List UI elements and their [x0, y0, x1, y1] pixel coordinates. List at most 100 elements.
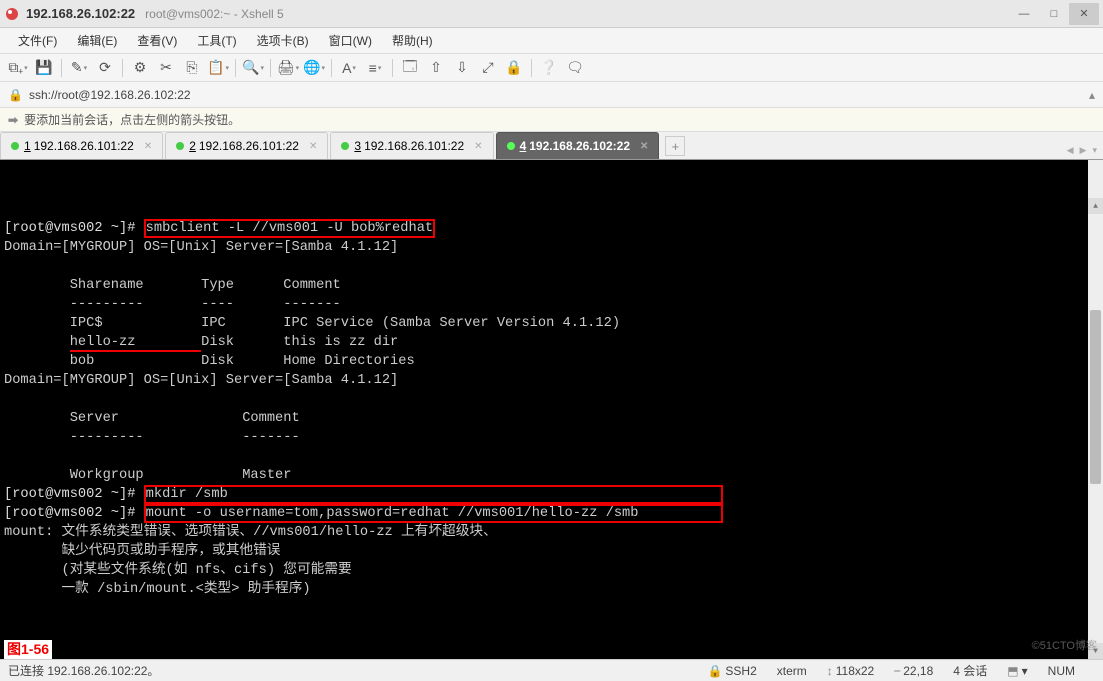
toolbar-separator — [61, 59, 62, 77]
arrow-icon[interactable]: ➡ — [8, 113, 18, 127]
tab-label: 192.168.26.102:22 — [529, 139, 630, 153]
ctrl-indicator-icon: ⬒ — [1007, 664, 1018, 678]
toolbar-separator — [122, 59, 123, 77]
tab-index: 1 — [24, 139, 31, 153]
highlighted-cmd-3: mount -o username=tom,password=redhat //… — [144, 504, 723, 523]
help-icon[interactable]: ❔ — [537, 57, 561, 79]
info-bar: ➡ 要添加当前会话，点击左侧的箭头按钮。 — [0, 108, 1103, 132]
status-dot-icon — [507, 142, 515, 150]
highlighted-cmd-2: mkdir /smb — [144, 485, 723, 504]
settings-icon[interactable]: ⚙ — [128, 57, 152, 79]
tab-add-button[interactable]: + — [665, 136, 685, 156]
tab-index: 4 — [520, 139, 527, 153]
menu-item-6[interactable]: 帮助(H) — [382, 28, 443, 53]
highlighted-cmd-1: smbclient -L //vms001 -U bob%redhat — [144, 219, 435, 238]
status-ctrl: ⬒▾ — [1007, 664, 1027, 678]
menu-item-1[interactable]: 编辑(E) — [67, 28, 127, 53]
font-scale-icon[interactable]: 🖨 — [276, 57, 300, 79]
highlight-icon[interactable]: A — [337, 57, 361, 79]
scroll-up-button[interactable]: ▲ — [1088, 198, 1103, 214]
address-bar: 🔒 ssh://root@192.168.26.102:22 ▴ — [0, 82, 1103, 108]
upload-icon[interactable]: ⇧ — [424, 57, 448, 79]
search-icon[interactable]: 🔍 — [241, 57, 265, 79]
status-num: NUM — [1048, 664, 1075, 678]
resize-icon: ↕ — [827, 664, 833, 678]
fullscreen-icon[interactable]: ⤢ — [476, 57, 500, 79]
status-protocol: 🔒SSH2 — [707, 664, 756, 678]
save-icon[interactable]: 💾 — [32, 57, 56, 79]
menu-item-5[interactable]: 窗口(W) — [319, 28, 382, 53]
toolbar-separator — [331, 59, 332, 77]
rainbow-icon[interactable]: ≡ — [363, 57, 387, 79]
scroll-thumb[interactable] — [1090, 310, 1101, 485]
maximize-button[interactable]: □ — [1039, 3, 1069, 25]
address-text[interactable]: ssh://root@192.168.26.102:22 — [29, 88, 1089, 102]
menu-bar: 文件(F)编辑(E)查看(V)工具(T)选项卡(B)窗口(W)帮助(H) — [0, 28, 1103, 54]
encoding-icon[interactable]: 🌐 — [302, 57, 326, 79]
menu-item-4[interactable]: 选项卡(B) — [247, 28, 319, 53]
tab-nav: ◀ ▶ ▾ — [1065, 145, 1099, 156]
status-cursor: ⎯22,18 — [894, 663, 933, 678]
app-icon — [4, 6, 20, 22]
status-dot-icon — [11, 142, 19, 150]
toolbar: ⧉₊💾 ✎⟳ ⚙✂⎘📋 🔍 🖨🌐 A≡ 🗔⇧⇩⤢🔒 ❔🗨 — [0, 54, 1103, 82]
tab-nav-menu-icon[interactable]: ▾ — [1090, 145, 1099, 156]
status-bar: 已连接 192.168.26.102:22。 🔒SSH2 xterm ↕118x… — [0, 659, 1103, 681]
underlined-share: hello-zz — [70, 335, 201, 352]
tab-nav-right-icon[interactable]: ▶ — [1078, 145, 1089, 156]
scissors-icon[interactable]: ✂ — [154, 57, 178, 79]
status-sessions: 4 会话 — [953, 662, 987, 679]
window-subtitle: root@vms002:~ - Xshell 5 — [145, 7, 284, 21]
menu-item-0[interactable]: 文件(F) — [8, 28, 67, 53]
lock-icon[interactable]: 🔒 — [502, 57, 526, 79]
status-termtype: xterm — [777, 664, 807, 678]
wand-icon[interactable]: ✎ — [67, 57, 91, 79]
minimize-button[interactable]: — — [1009, 3, 1039, 25]
tab-nav-left-icon[interactable]: ◀ — [1065, 145, 1076, 156]
paste-icon[interactable]: 📋 — [206, 57, 230, 79]
info-text: 要添加当前会话，点击左侧的箭头按钮。 — [24, 111, 240, 128]
terminal-content: [root@vms002 ~]# smbclient -L //vms001 -… — [4, 219, 1099, 599]
reconnect-icon[interactable]: ⟳ — [93, 57, 117, 79]
toolbar-separator — [270, 59, 271, 77]
toolbar-separator — [531, 59, 532, 77]
copy-icon[interactable]: ⎘ — [180, 57, 204, 79]
tab-4[interactable]: 4192.168.26.102:22 ✕ — [496, 132, 660, 159]
scrollbar[interactable]: ▲ ▼ — [1088, 160, 1103, 659]
tab-close-icon[interactable]: ✕ — [309, 141, 317, 152]
terminal[interactable]: ▲ ▼ [root@vms002 ~]# smbclient -L //vms0… — [0, 160, 1103, 659]
figure-label: 图1-56 — [4, 640, 52, 659]
cursor-icon: ⎯ — [894, 663, 900, 678]
close-button[interactable]: ✕ — [1069, 3, 1099, 25]
tab-close-icon[interactable]: ✕ — [640, 141, 648, 152]
window-host: 192.168.26.102:22 — [26, 6, 135, 21]
chat-icon[interactable]: 🗨 — [563, 57, 587, 79]
tab-label: 192.168.26.101:22 — [364, 139, 464, 153]
tab-2[interactable]: 2192.168.26.101:22 ✕ — [165, 132, 328, 159]
toolbar-separator — [235, 59, 236, 77]
collapse-icon[interactable]: ▴ — [1089, 88, 1095, 102]
status-dot-icon — [341, 142, 349, 150]
menu-item-2[interactable]: 查看(V) — [127, 28, 187, 53]
tab-1[interactable]: 1192.168.26.101:22 ✕ — [0, 132, 163, 159]
download-icon[interactable]: ⇩ — [450, 57, 474, 79]
tab-bar: 1192.168.26.101:22✕2192.168.26.101:22✕31… — [0, 132, 1103, 160]
status-size: ↕118x22 — [827, 664, 874, 678]
status-dot-icon — [176, 142, 184, 150]
tab-index: 2 — [189, 139, 196, 153]
toolbar-separator — [392, 59, 393, 77]
tab-close-icon[interactable]: ✕ — [474, 141, 482, 152]
status-connection: 已连接 192.168.26.102:22。 — [8, 662, 159, 679]
tab-3[interactable]: 3192.168.26.101:22✕ — [330, 132, 493, 159]
tab-label: 192.168.26.101:22 — [199, 139, 299, 153]
tab-close-icon[interactable]: ✕ — [144, 141, 152, 152]
lock-icon: 🔒 — [8, 88, 23, 102]
window-controls: — □ ✕ — [1009, 3, 1099, 25]
menu-item-3[interactable]: 工具(T) — [187, 28, 246, 53]
profile-icon[interactable]: 🗔 — [398, 57, 422, 79]
new-session-icon[interactable]: ⧉₊ — [6, 57, 30, 79]
title-bar: 192.168.26.102:22 root@vms002:~ - Xshell… — [0, 0, 1103, 28]
tab-label: 192.168.26.101:22 — [34, 139, 134, 153]
watermark: ©51CTO博客 — [1032, 637, 1097, 656]
lock-icon: 🔒 — [707, 664, 722, 678]
